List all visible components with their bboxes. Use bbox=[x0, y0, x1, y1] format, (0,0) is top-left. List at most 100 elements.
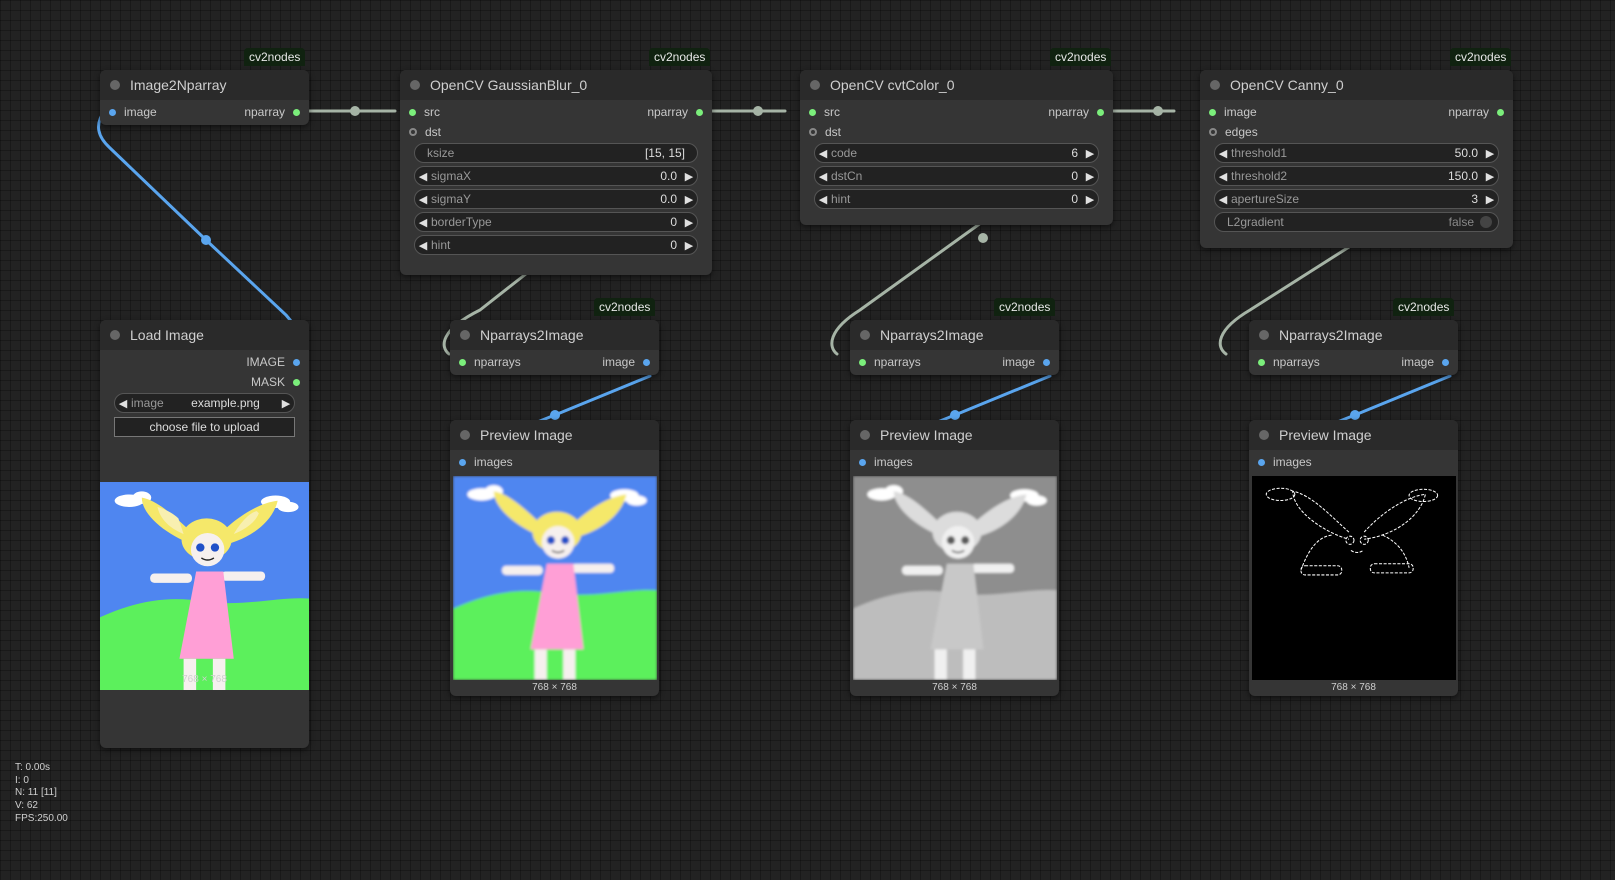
increment-arrow-icon[interactable]: ▶ bbox=[681, 193, 697, 206]
widget-hint[interactable]: ◀ hint 0 ▶ bbox=[814, 189, 1099, 209]
output-slot-nparray[interactable]: nparray bbox=[1448, 105, 1504, 119]
output-slot-nparray[interactable]: nparray bbox=[647, 105, 703, 119]
node-cvtcolor[interactable]: OpenCV cvtColor_0 src nparray dst ◀ code… bbox=[800, 70, 1113, 225]
widget-sigmay[interactable]: ◀ sigmaY 0.0 ▶ bbox=[414, 189, 698, 209]
collapse-dot-icon[interactable] bbox=[1259, 330, 1269, 340]
slot-dot-icon[interactable] bbox=[409, 108, 416, 116]
node-title-bar[interactable]: Preview Image bbox=[850, 420, 1059, 450]
widget-code[interactable]: ◀ code 6 ▶ bbox=[814, 143, 1099, 163]
decrement-arrow-icon[interactable]: ◀ bbox=[815, 170, 831, 183]
output-slot-image[interactable]: image bbox=[602, 355, 650, 369]
slot-dot-icon[interactable] bbox=[1258, 358, 1265, 366]
widget-dstcn[interactable]: ◀ dstCn 0 ▶ bbox=[814, 166, 1099, 186]
node-canny[interactable]: OpenCV Canny_0 image nparray edges ◀ thr… bbox=[1200, 70, 1513, 248]
decrement-arrow-icon[interactable]: ◀ bbox=[115, 397, 131, 410]
node-title-bar[interactable]: Preview Image bbox=[1249, 420, 1458, 450]
link-midpoint[interactable] bbox=[1153, 106, 1163, 116]
widget-ksize[interactable]: ksize [15, 15] bbox=[414, 143, 698, 163]
node-gaussianblur[interactable]: OpenCV GaussianBlur_0 src nparray dst ks… bbox=[400, 70, 712, 275]
output-slot-image[interactable]: image bbox=[1401, 355, 1449, 369]
output-slot-mask[interactable]: MASK bbox=[251, 375, 300, 389]
slot-dot-icon[interactable] bbox=[809, 128, 817, 136]
node-image2nparray[interactable]: Image2Nparray image nparray bbox=[100, 70, 309, 125]
collapse-dot-icon[interactable] bbox=[110, 80, 120, 90]
decrement-arrow-icon[interactable]: ◀ bbox=[815, 193, 831, 206]
increment-arrow-icon[interactable]: ▶ bbox=[1082, 170, 1098, 183]
toggle-knob-icon[interactable] bbox=[1480, 216, 1492, 228]
link-midpoint[interactable] bbox=[350, 106, 360, 116]
link-midpoint[interactable] bbox=[950, 410, 960, 420]
input-slot-nparrays[interactable]: nparrays bbox=[459, 355, 521, 369]
widget-bordertype[interactable]: ◀ borderType 0 ▶ bbox=[414, 212, 698, 232]
decrement-arrow-icon[interactable]: ◀ bbox=[415, 239, 431, 252]
widget-value[interactable]: 0 bbox=[670, 238, 677, 252]
slot-dot-icon[interactable] bbox=[1442, 358, 1449, 366]
link-image-load-to-image2nparray[interactable] bbox=[97, 108, 307, 355]
decrement-arrow-icon[interactable]: ◀ bbox=[1215, 170, 1231, 183]
collapse-dot-icon[interactable] bbox=[810, 80, 820, 90]
increment-arrow-icon[interactable]: ▶ bbox=[278, 397, 294, 410]
slot-dot-icon[interactable] bbox=[1258, 458, 1265, 466]
increment-arrow-icon[interactable]: ▶ bbox=[1082, 193, 1098, 206]
decrement-arrow-icon[interactable]: ◀ bbox=[815, 147, 831, 160]
slot-dot-icon[interactable] bbox=[859, 458, 866, 466]
collapse-dot-icon[interactable] bbox=[1259, 430, 1269, 440]
widget-value[interactable]: 0 bbox=[1071, 169, 1078, 183]
input-slot-image[interactable]: image bbox=[1209, 105, 1257, 119]
node-load-image[interactable]: Load Image IMAGE MASK ◀ image example.pn… bbox=[100, 320, 309, 748]
collapse-dot-icon[interactable] bbox=[1210, 80, 1220, 90]
collapse-dot-icon[interactable] bbox=[110, 330, 120, 340]
output-slot-image[interactable]: IMAGE bbox=[246, 355, 300, 369]
decrement-arrow-icon[interactable]: ◀ bbox=[1215, 147, 1231, 160]
input-slot-edges[interactable]: edges bbox=[1209, 125, 1258, 139]
input-slot-dst[interactable]: dst bbox=[409, 125, 441, 139]
slot-dot-icon[interactable] bbox=[293, 378, 300, 386]
decrement-arrow-icon[interactable]: ◀ bbox=[1215, 193, 1231, 206]
input-slot-images[interactable]: images bbox=[1258, 455, 1312, 469]
widget-value[interactable]: example.png bbox=[177, 396, 274, 410]
decrement-arrow-icon[interactable]: ◀ bbox=[415, 216, 431, 229]
node-title-bar[interactable]: Nparrays2Image bbox=[850, 320, 1059, 350]
output-slot-nparray[interactable]: nparray bbox=[1048, 105, 1104, 119]
input-slot-images[interactable]: images bbox=[859, 455, 913, 469]
node-preview-image[interactable]: Preview Image images 768 × 768 bbox=[1249, 420, 1458, 696]
link-midpoint[interactable] bbox=[753, 106, 763, 116]
output-slot-image[interactable]: image bbox=[1002, 355, 1050, 369]
slot-dot-icon[interactable] bbox=[1043, 358, 1050, 366]
link-midpoint[interactable] bbox=[201, 235, 211, 245]
node-title-bar[interactable]: Preview Image bbox=[450, 420, 659, 450]
widget-threshold1[interactable]: ◀ threshold1 50.0 ▶ bbox=[1214, 143, 1499, 163]
collapse-dot-icon[interactable] bbox=[460, 430, 470, 440]
node-title-bar[interactable]: Image2Nparray bbox=[100, 70, 309, 100]
increment-arrow-icon[interactable]: ▶ bbox=[1482, 147, 1498, 160]
node-nparrays2image[interactable]: Nparrays2Image nparrays image bbox=[450, 320, 659, 375]
input-slot-dst[interactable]: dst bbox=[809, 125, 841, 139]
widget-aperturesize[interactable]: ◀ apertureSize 3 ▶ bbox=[1214, 189, 1499, 209]
slot-dot-icon[interactable] bbox=[1209, 128, 1217, 136]
decrement-arrow-icon[interactable]: ◀ bbox=[415, 170, 431, 183]
slot-dot-icon[interactable] bbox=[1097, 108, 1104, 116]
link-midpoint[interactable] bbox=[978, 233, 988, 243]
node-nparrays2image[interactable]: Nparrays2Image nparrays image bbox=[850, 320, 1059, 375]
widget-l2gradient-toggle[interactable]: L2gradient false bbox=[1214, 212, 1499, 232]
increment-arrow-icon[interactable]: ▶ bbox=[1482, 170, 1498, 183]
slot-dot-icon[interactable] bbox=[459, 458, 466, 466]
slot-dot-icon[interactable] bbox=[1497, 108, 1504, 116]
node-title-bar[interactable]: Nparrays2Image bbox=[1249, 320, 1458, 350]
input-slot-images[interactable]: images bbox=[459, 455, 513, 469]
node-title-bar[interactable]: OpenCV GaussianBlur_0 bbox=[400, 70, 712, 100]
widget-value[interactable]: false bbox=[1449, 215, 1474, 229]
link-midpoint[interactable] bbox=[1350, 410, 1360, 420]
slot-dot-icon[interactable] bbox=[409, 128, 417, 136]
increment-arrow-icon[interactable]: ▶ bbox=[1082, 147, 1098, 160]
increment-arrow-icon[interactable]: ▶ bbox=[681, 239, 697, 252]
widget-sigmax[interactable]: ◀ sigmaX 0.0 ▶ bbox=[414, 166, 698, 186]
widget-value[interactable]: 0.0 bbox=[660, 192, 677, 206]
output-slot-nparray[interactable]: nparray bbox=[244, 105, 300, 119]
node-preview-image[interactable]: Preview Image images 768 × 768 bbox=[450, 420, 659, 696]
input-slot-image[interactable]: image bbox=[109, 105, 157, 119]
collapse-dot-icon[interactable] bbox=[460, 330, 470, 340]
node-title-bar[interactable]: Nparrays2Image bbox=[450, 320, 659, 350]
collapse-dot-icon[interactable] bbox=[860, 330, 870, 340]
widget-value[interactable]: 3 bbox=[1471, 192, 1478, 206]
